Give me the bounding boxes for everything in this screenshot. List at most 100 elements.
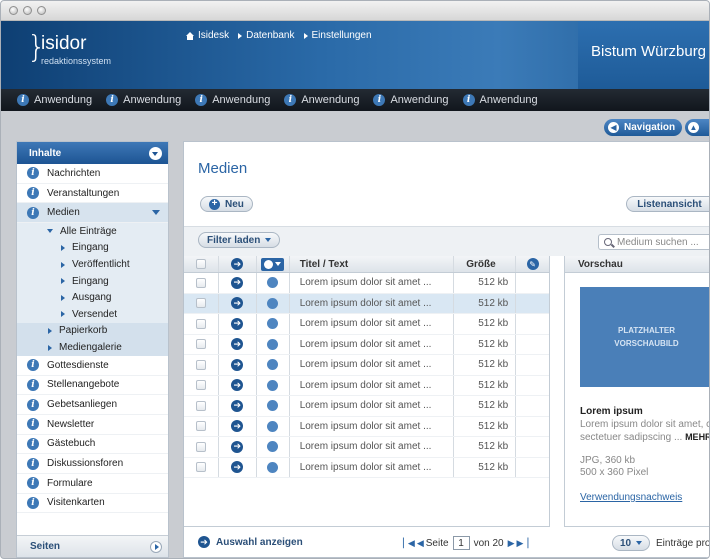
table-row[interactable]: ➔ Lorem ipsum dolor sit amet ... 512 kb xyxy=(184,314,549,335)
tree-item-veroeffentlicht[interactable]: Veröffentlicht xyxy=(17,256,168,273)
tree-item-alle-eintraege[interactable]: Alle Einträge xyxy=(17,223,168,240)
sidebar-item-newsletter[interactable]: i Newsletter xyxy=(17,415,168,435)
row-open-cell: ➔ xyxy=(219,334,257,354)
row-select-cell xyxy=(184,396,219,416)
show-selection-button[interactable]: ➔ Auswahl anzeigen xyxy=(198,536,303,548)
list-view-button[interactable]: Listenansicht xyxy=(626,196,709,212)
row-checkbox[interactable] xyxy=(195,298,206,309)
new-button[interactable]: + Neu xyxy=(200,196,253,212)
arrow-right-icon[interactable]: ➔ xyxy=(231,276,244,289)
table-row[interactable]: ➔ Lorem ipsum dolor sit amet ... 512 kb xyxy=(184,457,549,478)
arrow-right-icon[interactable]: ➔ xyxy=(231,297,244,310)
row-select-cell xyxy=(184,416,219,436)
search-input[interactable]: Medium suchen ... xyxy=(598,234,709,250)
maximize-window-button[interactable] xyxy=(37,6,46,15)
status-dot-icon xyxy=(267,420,279,432)
sidebar-item-visitenkarten[interactable]: i Visitenkarten xyxy=(17,494,168,514)
arrow-right-icon[interactable]: ➔ xyxy=(231,379,244,392)
status-filter-dropdown[interactable] xyxy=(261,257,285,271)
sidebar-item-diskussionsforen[interactable]: i Diskussionsforen xyxy=(17,454,168,474)
arrow-right-icon[interactable]: ➔ xyxy=(231,258,244,270)
close-window-button[interactable] xyxy=(9,6,18,15)
sidebar-item-formulare[interactable]: i Formulare xyxy=(17,474,168,494)
table-row[interactable]: ➔ Lorem ipsum dolor sit amet ... 512 kb xyxy=(184,375,549,396)
table-row[interactable]: ➔ Lorem ipsum dolor sit amet ... 512 kb xyxy=(184,355,549,376)
arrow-right-icon[interactable]: ➔ xyxy=(231,338,244,351)
tree-item-ausgang[interactable]: Ausgang xyxy=(17,289,168,306)
minimize-window-button[interactable] xyxy=(23,6,32,15)
tree-item-versendet[interactable]: Versendet xyxy=(17,306,168,323)
table-row[interactable]: ➔ Lorem ipsum dolor sit amet ... 512 kb xyxy=(184,334,549,355)
app-item-6[interactable]: i Anwendung xyxy=(462,94,538,106)
column-size[interactable]: Größe xyxy=(454,256,517,272)
per-page-control: 10 Einträge pro xyxy=(612,535,709,551)
row-tools-cell xyxy=(516,437,549,457)
last-page-icon[interactable]: ▶▕ xyxy=(517,538,529,549)
arrow-right-icon[interactable]: ➔ xyxy=(231,420,244,433)
arrow-right-icon[interactable]: ➔ xyxy=(231,399,244,412)
table-row[interactable]: ➔ Lorem ipsum dolor sit amet ... 512 kb xyxy=(184,293,549,314)
arrow-right-icon[interactable]: ➔ xyxy=(231,358,244,371)
sidebar-footer-seiten[interactable]: Seiten xyxy=(17,535,168,557)
app-item-5[interactable]: i Anwendung xyxy=(373,94,449,106)
status-dot-icon xyxy=(267,461,279,473)
previous-page-icon[interactable]: ◀ xyxy=(417,538,424,549)
breadcrumb-einstellungen[interactable]: Einstellungen xyxy=(303,30,372,41)
sidebar-item-nachrichten[interactable]: i Nachrichten xyxy=(17,164,168,184)
more-link[interactable]: MEHR xyxy=(685,432,709,442)
table-row[interactable]: ➔ Lorem ipsum dolor sit amet ... 512 kb xyxy=(184,437,549,458)
breadcrumb-datenbank[interactable]: Datenbank xyxy=(238,30,295,41)
navigation-button[interactable]: ◀ Navigation xyxy=(604,119,682,136)
media-table: ➔ Titel / Text Größe ✎ ➔ Lorem ipsum dolo… xyxy=(184,256,550,527)
next-page-icon[interactable]: ▶ xyxy=(508,538,515,549)
sidebar-header[interactable]: Inhalte xyxy=(17,142,168,164)
usage-link[interactable]: Verwendungsnachweis xyxy=(580,492,682,503)
page-number-input[interactable]: 1 xyxy=(452,536,470,550)
info-icon: i xyxy=(195,94,208,106)
sidebar-item-stellenangebote[interactable]: i Stellenangebote xyxy=(17,376,168,396)
table-row[interactable]: ➔ Lorem ipsum dolor sit amet ... 512 kb xyxy=(184,273,549,294)
row-open-cell: ➔ xyxy=(219,314,257,334)
table-row[interactable]: ➔ Lorem ipsum dolor sit amet ... 512 kb xyxy=(184,416,549,437)
logo-name[interactable]: isidor xyxy=(41,33,86,55)
chevron-down-icon[interactable] xyxy=(149,146,162,160)
app-item-4[interactable]: i Anwendung xyxy=(284,94,359,106)
breadcrumb-isidesk[interactable]: Isidesk xyxy=(186,30,229,41)
select-all-checkbox[interactable] xyxy=(195,259,206,269)
row-checkbox[interactable] xyxy=(195,400,206,411)
arrow-right-icon[interactable]: ➔ xyxy=(231,461,244,474)
app-item-3[interactable]: i Anwendung xyxy=(195,94,270,106)
sidebar-item-gaestebuch[interactable]: i Gästebuch xyxy=(17,435,168,455)
wrench-icon[interactable]: ✎ xyxy=(526,258,539,270)
sidebar-item-gottesdienste[interactable]: i Gottesdienste xyxy=(17,356,168,376)
per-page-select[interactable]: 10 xyxy=(612,535,650,551)
row-checkbox[interactable] xyxy=(195,380,206,391)
row-checkbox[interactable] xyxy=(195,421,206,432)
row-select-cell xyxy=(184,457,219,477)
tree-item-mediengalerie[interactable]: Mediengalerie xyxy=(17,339,168,356)
row-checkbox[interactable] xyxy=(195,339,206,350)
filter-load-button[interactable]: Filter laden xyxy=(198,232,281,248)
chevron-right-icon[interactable] xyxy=(150,540,162,553)
sidebar-item-veranstaltungen[interactable]: i Veranstaltungen xyxy=(17,184,168,204)
first-page-icon[interactable]: ▏◀ xyxy=(403,538,415,549)
app-item-1[interactable]: i Anwendung xyxy=(17,94,92,106)
arrow-right-icon[interactable]: ➔ xyxy=(231,440,244,453)
navigation-up-button[interactable]: ▲ xyxy=(685,119,709,136)
arrow-right-icon[interactable]: ➔ xyxy=(231,317,244,330)
row-checkbox[interactable] xyxy=(195,462,206,473)
sidebar-item-gebetsanliegen[interactable]: i Gebetsanliegen xyxy=(17,395,168,415)
tree-item-eingang[interactable]: Eingang xyxy=(17,240,168,257)
tree-item-papierkorb[interactable]: Papierkorb xyxy=(17,323,168,340)
row-checkbox[interactable] xyxy=(195,359,206,370)
row-checkbox[interactable] xyxy=(195,318,206,329)
sidebar-item-medien[interactable]: i Medien xyxy=(17,203,168,224)
tree-item-eingang-2[interactable]: Eingang xyxy=(17,273,168,290)
column-title[interactable]: Titel / Text xyxy=(290,256,455,272)
row-checkbox[interactable] xyxy=(195,441,206,452)
row-status-cell xyxy=(257,334,290,354)
row-checkbox[interactable] xyxy=(195,277,206,288)
row-size: 512 kb xyxy=(454,437,517,457)
table-row[interactable]: ➔ Lorem ipsum dolor sit amet ... 512 kb xyxy=(184,396,549,417)
app-item-2[interactable]: i Anwendung xyxy=(106,94,181,106)
